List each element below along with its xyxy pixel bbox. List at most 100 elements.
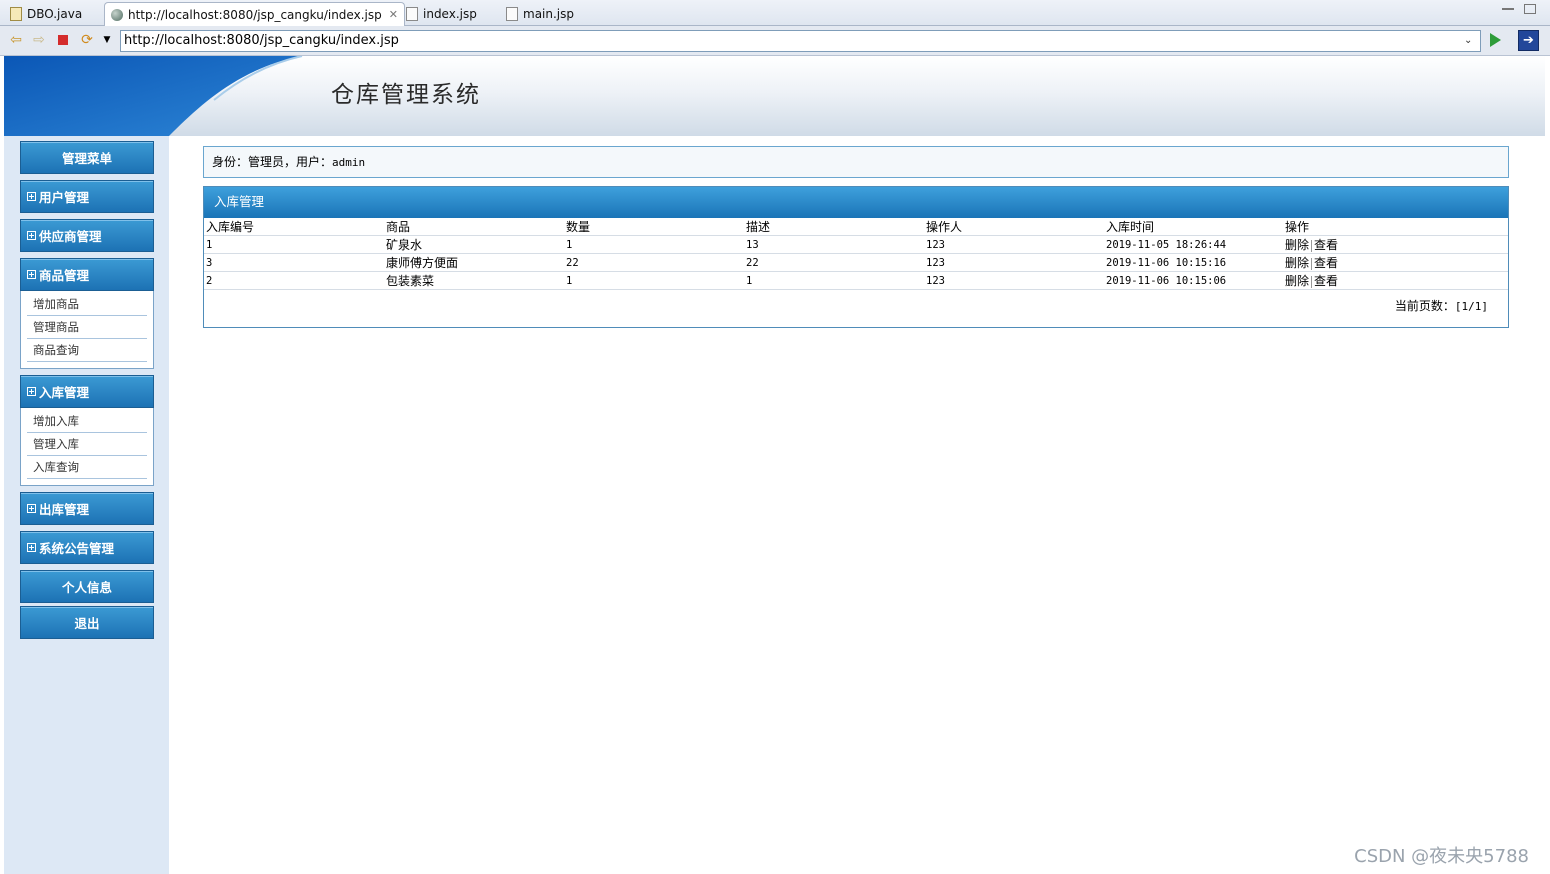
sidebar-item-query-inbound[interactable]: 入库查询 (27, 456, 147, 479)
cell-actions: 删除 查看 (1283, 271, 1508, 290)
tab-dbo-java[interactable]: DBO.java (4, 2, 88, 26)
pager-value: [1/1] (1454, 300, 1488, 313)
cell-id: 1 (204, 235, 384, 254)
tab-browser-index[interactable]: http://localhost:8080/jsp_cangku/index.j… (104, 2, 405, 26)
url-dropdown-icon[interactable]: ⌄ (1464, 35, 1472, 46)
sidebar-group-inbound[interactable]: 入库管理 (20, 375, 154, 408)
cell-qty: 22 (564, 253, 744, 272)
cell-desc: 1 (744, 271, 924, 290)
forward-arrow-icon[interactable]: ⇨ (31, 32, 47, 48)
tab-index-jsp[interactable]: index.jsp (400, 2, 483, 26)
table-header-row: 入库编号 商品 数量 描述 操作人 入库时间 操作 (204, 218, 1508, 236)
group-label: 供应商管理 (39, 229, 102, 244)
pagination-info: 当前页数：[1/1] (1395, 297, 1488, 314)
cell-time: 2019-11-06 10:15:06 (1104, 271, 1283, 290)
sidebar-group-supplier[interactable]: 供应商管理 (20, 219, 154, 252)
cell-actions: 删除 查看 (1283, 253, 1508, 272)
cell-product: 矿泉水 (384, 235, 564, 254)
page-header: 仓库管理系统 (4, 56, 1545, 136)
page-title: 仓库管理系统 (331, 82, 481, 108)
group-label: 商品管理 (39, 268, 90, 283)
cell-product: 康师傅方便面 (384, 253, 564, 272)
expand-icon (27, 270, 36, 279)
view-link[interactable]: 查看 (1314, 256, 1338, 270)
cell-desc: 22 (744, 253, 924, 272)
sidebar-item-add-inbound[interactable]: 增加入库 (27, 410, 147, 433)
table-row: 3 康师傅方便面 22 22 123 2019-11-06 10:15:16 删… (204, 253, 1508, 272)
sidebar-item-add-product[interactable]: 增加商品 (27, 293, 147, 316)
jsp-file-icon (406, 7, 418, 21)
panel-title: 入库管理 (204, 187, 1508, 218)
browser-toolbar: ⇦ ⇨ ⟳ ▼ http://localhost:8080/jsp_cangku… (0, 26, 1550, 56)
column-header: 描述 (744, 218, 924, 236)
delete-link[interactable]: 删除 (1285, 274, 1309, 288)
tab-label: main.jsp (523, 7, 574, 21)
username: admin (332, 156, 366, 169)
cell-product: 包装素菜 (384, 271, 564, 290)
column-header: 入库编号 (204, 218, 384, 236)
sidebar-item-manage-product[interactable]: 管理商品 (27, 316, 147, 339)
close-icon[interactable]: ✕ (389, 8, 398, 21)
table-row: 2 包装素菜 1 1 123 2019-11-06 10:15:06 删除 查看 (204, 271, 1508, 290)
expand-icon (27, 231, 36, 240)
column-header: 数量 (564, 218, 744, 236)
sidebar-item-manage-inbound[interactable]: 管理入库 (27, 433, 147, 456)
column-header: 入库时间 (1104, 218, 1283, 236)
table-row: 1 矿泉水 1 13 123 2019-11-05 18:26:44 删除 查看 (204, 235, 1508, 254)
tab-label: http://localhost:8080/jsp_cangku/index.j… (128, 7, 382, 22)
menu-title-label: 管理菜单 (61, 151, 112, 166)
action-divider (1311, 276, 1313, 288)
back-arrow-icon[interactable]: ⇦ (8, 32, 24, 48)
sidebar-group-outbound[interactable]: 出库管理 (20, 492, 154, 525)
go-icon[interactable] (1490, 33, 1501, 47)
maximize-button[interactable] (1524, 4, 1536, 14)
expand-icon (27, 504, 36, 513)
identity-bar: 身份：管理员，用户：admin (203, 146, 1509, 178)
expand-icon (27, 387, 36, 396)
personal-info-label: 个人信息 (61, 580, 112, 595)
sidebar-group-product[interactable]: 商品管理 (20, 258, 154, 291)
sidebar-group-user[interactable]: 用户管理 (20, 180, 154, 213)
java-file-icon (10, 7, 22, 21)
stop-icon[interactable] (55, 32, 71, 48)
editor-tab-bar: DBO.java http://localhost:8080/jsp_cangk… (0, 0, 1550, 26)
expand-icon (27, 192, 36, 201)
identity-label: 身份：管理员，用户： (212, 155, 333, 169)
cell-operator: 123 (924, 253, 1104, 272)
tab-label: index.jsp (423, 7, 477, 21)
delete-link[interactable]: 删除 (1285, 256, 1309, 270)
window-controls (1502, 4, 1536, 14)
cell-operator: 123 (924, 271, 1104, 290)
sidebar-item-query-product[interactable]: 商品查询 (27, 339, 147, 362)
minimize-button[interactable] (1502, 4, 1514, 10)
personal-info-button[interactable]: 个人信息 (20, 570, 154, 603)
logout-button[interactable]: 退出 (20, 606, 154, 639)
group-label: 用户管理 (39, 190, 90, 205)
cell-id: 3 (204, 253, 384, 272)
action-divider (1311, 258, 1313, 270)
view-link[interactable]: 查看 (1314, 238, 1338, 252)
tab-main-jsp[interactable]: main.jsp (500, 2, 580, 26)
cell-qty: 1 (564, 235, 744, 254)
chevron-down-icon[interactable]: ▼ (99, 32, 115, 48)
open-external-icon[interactable]: ➔ (1518, 30, 1539, 51)
pager-label: 当前页数： (1394, 299, 1455, 313)
sidebar-group-notice[interactable]: 系统公告管理 (20, 531, 154, 564)
cell-desc: 13 (744, 235, 924, 254)
cell-actions: 删除 查看 (1283, 235, 1508, 254)
cell-qty: 1 (564, 271, 744, 290)
action-divider (1311, 240, 1313, 252)
menu-title: 管理菜单 (20, 141, 154, 174)
header-swoosh (4, 56, 303, 136)
view-link[interactable]: 查看 (1314, 274, 1338, 288)
jsp-file-icon (506, 7, 518, 21)
column-header: 操作 (1283, 218, 1508, 236)
cell-time: 2019-11-05 18:26:44 (1104, 235, 1283, 254)
group-label: 入库管理 (39, 385, 90, 400)
inbound-table: 入库编号 商品 数量 描述 操作人 入库时间 操作 1 矿泉水 1 13 123… (204, 218, 1508, 290)
refresh-icon[interactable]: ⟳ (79, 32, 95, 48)
url-input[interactable]: http://localhost:8080/jsp_cangku/index.j… (120, 30, 1481, 52)
web-page: 仓库管理系统 管理菜单 用户管理 供应商管理 商品管理 增加商品 管理商品 商品… (4, 56, 1545, 874)
delete-link[interactable]: 删除 (1285, 238, 1309, 252)
tab-label: DBO.java (27, 7, 83, 21)
